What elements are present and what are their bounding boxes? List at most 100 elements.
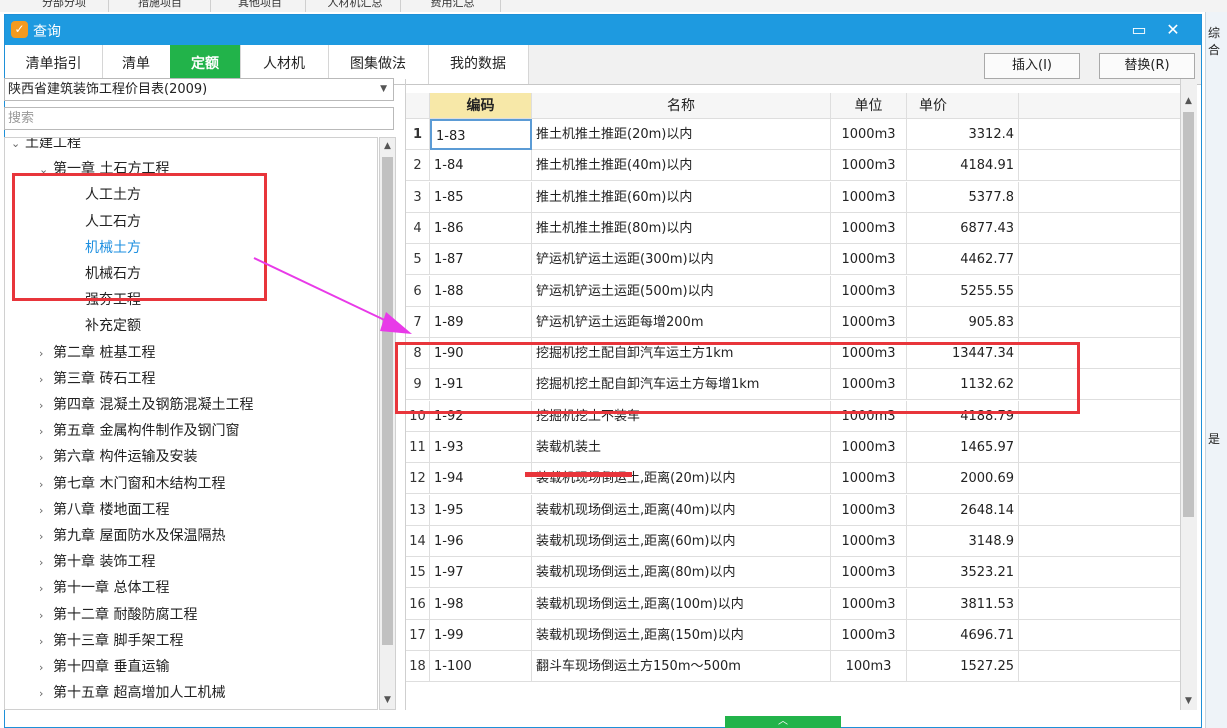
code-cell[interactable]: 1-96: [430, 525, 532, 557]
unit-cell[interactable]: 1000m3: [831, 463, 907, 495]
background-tab[interactable]: 人材机汇总: [310, 0, 401, 12]
name-cell[interactable]: 装载机现场倒运土,距离(80m)以内: [532, 557, 831, 589]
price-cell[interactable]: 5255.55: [907, 275, 1019, 307]
name-cell[interactable]: 装载机现场倒运土,距离(150m)以内: [532, 619, 831, 651]
price-cell[interactable]: 2000.69: [907, 463, 1019, 495]
chevron-right-icon[interactable]: ›: [39, 605, 53, 627]
table-row[interactable]: 13 1-95 装载机现场倒运土,距离(40m)以内 1000m3 2648.14: [406, 494, 1181, 526]
grid-scroll-thumb[interactable]: [1183, 112, 1194, 517]
price-cell[interactable]: 5377.8: [907, 181, 1019, 213]
background-tab[interactable]: 分部分项: [20, 0, 109, 12]
chevron-right-icon[interactable]: ›: [39, 395, 53, 417]
unit-cell[interactable]: 1000m3: [831, 525, 907, 557]
tree-node[interactable]: › 第三章 砖石工程: [39, 368, 155, 390]
unit-cell[interactable]: 100m3: [831, 651, 907, 683]
chevron-right-icon[interactable]: ›: [39, 447, 53, 469]
unit-cell[interactable]: 1000m3: [831, 432, 907, 463]
price-cell[interactable]: 2648.14: [907, 494, 1019, 526]
chevron-right-icon[interactable]: ›: [39, 631, 53, 653]
chevron-right-icon[interactable]: ›: [39, 526, 53, 548]
tree-scrollbar[interactable]: ▲ ▼: [379, 137, 396, 710]
table-row[interactable]: 11 1-93 装载机装土 1000m3 1465.97: [406, 432, 1181, 463]
scroll-up-icon[interactable]: ▲: [380, 138, 395, 155]
tree-node[interactable]: ⌄ 土建工程: [11, 138, 81, 155]
search-input[interactable]: [4, 107, 394, 130]
name-cell[interactable]: 装载机现场倒运土,距离(60m)以内: [532, 525, 831, 557]
unit-cell[interactable]: 1000m3: [831, 588, 907, 620]
table-row[interactable]: 5 1-87 铲运机铲运土运距(300m)以内 1000m3 4462.77: [406, 244, 1181, 276]
table-row[interactable]: 4 1-86 推土机推土推距(80m)以内 1000m3 6877.43: [406, 212, 1181, 244]
code-cell[interactable]: 1-95: [430, 494, 532, 526]
column-header-unit[interactable]: 单位: [831, 93, 907, 119]
unit-cell[interactable]: 1000m3: [831, 619, 907, 651]
background-tab[interactable]: 其他项目: [215, 0, 306, 12]
code-cell[interactable]: 1-86: [430, 212, 532, 244]
unit-cell[interactable]: 1000m3: [831, 275, 907, 307]
table-row[interactable]: 15 1-97 装载机现场倒运土,距离(80m)以内 1000m3 3523.21: [406, 557, 1181, 589]
close-icon[interactable]: ✕: [1160, 18, 1186, 42]
unit-cell[interactable]: 1000m3: [831, 119, 907, 150]
name-cell[interactable]: 铲运机铲运土运距(500m)以内: [532, 275, 831, 307]
table-row[interactable]: 2 1-84 推土机推土推距(40m)以内 1000m3 4184.91: [406, 150, 1181, 182]
tree-node[interactable]: › 第二章 桩基工程: [39, 342, 155, 364]
code-cell[interactable]: 1-100: [430, 651, 532, 683]
table-row[interactable]: 12 1-94 装载机现场倒运土,距离(20m)以内 1000m3 2000.69: [406, 463, 1181, 495]
replace-button[interactable]: 替换(R): [1099, 53, 1195, 79]
chevron-right-icon[interactable]: ›: [39, 369, 53, 391]
tree-node[interactable]: › 第五章 金属构件制作及钢门窗: [39, 420, 239, 442]
tree-node[interactable]: › 第十一章 总体工程: [39, 577, 169, 599]
chevron-right-icon[interactable]: ›: [39, 683, 53, 705]
name-cell[interactable]: 装载机装土: [532, 432, 831, 463]
price-cell[interactable]: 4184.91: [907, 150, 1019, 182]
scroll-up-icon[interactable]: ▲: [1181, 93, 1196, 110]
unit-cell[interactable]: 1000m3: [831, 150, 907, 182]
code-cell[interactable]: 1-98: [430, 588, 532, 620]
grid-scrollbar[interactable]: ▲ ▼: [1180, 79, 1197, 710]
name-cell[interactable]: 装载机现场倒运土,距离(20m)以内: [532, 463, 831, 495]
chevron-right-icon[interactable]: ›: [39, 421, 53, 443]
background-tab[interactable]: 措施项目: [110, 0, 211, 12]
price-cell[interactable]: 4462.77: [907, 244, 1019, 276]
name-cell[interactable]: 推土机推土推距(20m)以内: [532, 119, 831, 150]
table-row[interactable]: 16 1-98 装载机现场倒运土,距离(100m)以内 1000m3 3811.53: [406, 588, 1181, 620]
table-row[interactable]: 3 1-85 推土机推土推距(60m)以内 1000m3 5377.8: [406, 181, 1181, 213]
tree-node[interactable]: › 第十四章 垂直运输: [39, 656, 169, 678]
unit-cell[interactable]: 1000m3: [831, 212, 907, 244]
table-row[interactable]: 7 1-89 铲运机铲运土运距每增200m 1000m3 905.83: [406, 306, 1181, 338]
name-cell[interactable]: 装载机现场倒运土,距离(100m)以内: [532, 588, 831, 620]
chevron-right-icon[interactable]: ›: [39, 552, 53, 574]
code-cell[interactable]: 1-97: [430, 557, 532, 589]
tree-node[interactable]: › 第十三章 脚手架工程: [39, 630, 183, 652]
name-cell[interactable]: 装载机现场倒运土,距离(40m)以内: [532, 494, 831, 526]
price-cell[interactable]: 1465.97: [907, 432, 1019, 463]
price-cell[interactable]: 905.83: [907, 306, 1019, 338]
tree-leaf-item[interactable]: 补充定额: [85, 315, 141, 337]
table-row[interactable]: 18 1-100 翻斗车现场倒运土方150m～500m 100m3 1527.25: [406, 651, 1181, 683]
tree-node[interactable]: › 第十二章 耐酸防腐工程: [39, 604, 197, 626]
chevron-right-icon[interactable]: ›: [39, 500, 53, 522]
table-row[interactable]: 14 1-96 装载机现场倒运土,距离(60m)以内 1000m3 3148.9: [406, 525, 1181, 557]
column-header-code[interactable]: 编码: [430, 93, 532, 119]
unit-cell[interactable]: 1000m3: [831, 306, 907, 338]
code-cell[interactable]: 1-99: [430, 619, 532, 651]
tree-node[interactable]: › 第七章 木门窗和木结构工程: [39, 473, 225, 495]
code-cell[interactable]: 1-88: [430, 275, 532, 307]
name-cell[interactable]: 推土机推土推距(40m)以内: [532, 150, 831, 182]
name-cell[interactable]: 铲运机铲运土运距每增200m: [532, 306, 831, 338]
tree-node[interactable]: › 第四章 混凝土及钢筋混凝土工程: [39, 394, 253, 416]
column-header-name[interactable]: 名称: [532, 93, 831, 119]
price-cell[interactable]: 3148.9: [907, 525, 1019, 557]
scroll-down-icon[interactable]: ▼: [380, 692, 395, 709]
chevron-right-icon[interactable]: ›: [39, 474, 53, 496]
name-cell[interactable]: 推土机推土推距(60m)以内: [532, 181, 831, 213]
price-cell[interactable]: 3811.53: [907, 588, 1019, 620]
chevron-down-icon[interactable]: ⌄: [11, 138, 25, 155]
code-cell[interactable]: 1-85: [430, 181, 532, 213]
insert-button[interactable]: 插入(I): [984, 53, 1080, 79]
background-tab[interactable]: 费用汇总: [405, 0, 501, 12]
table-row[interactable]: 1 1-83 推土机推土推距(20m)以内 1000m3 3312.4: [406, 119, 1181, 150]
minimize-icon[interactable]: ▭: [1126, 18, 1152, 42]
tree-node[interactable]: › 第十章 装饰工程: [39, 551, 155, 573]
column-header-price[interactable]: 单价: [907, 93, 1019, 119]
price-cell[interactable]: 1527.25: [907, 651, 1019, 683]
